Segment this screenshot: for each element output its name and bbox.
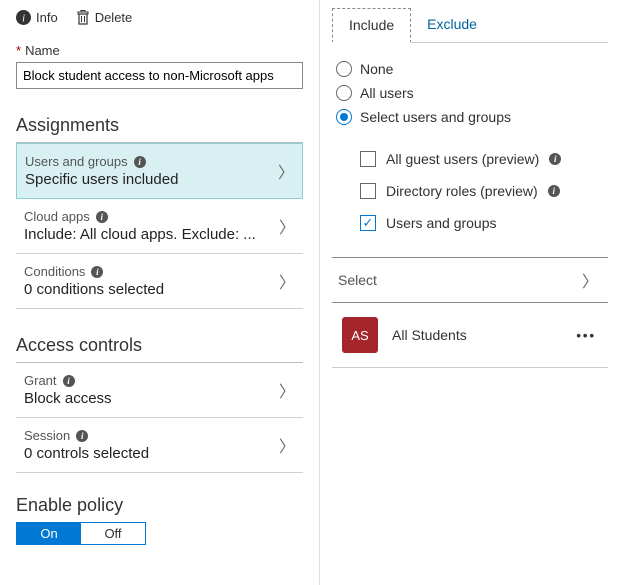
info-icon: i xyxy=(134,156,146,168)
section-enable-policy-title: Enable policy xyxy=(16,495,303,516)
chevron-right-icon: 〉 xyxy=(275,214,299,238)
checkbox-icon xyxy=(360,183,376,199)
svg-text:i: i xyxy=(22,13,25,24)
select-row[interactable]: Select 〉 xyxy=(332,257,608,303)
row-cloud-apps[interactable]: Cloud apps i Include: All cloud apps. Ex… xyxy=(16,199,303,254)
radio-icon xyxy=(336,109,352,125)
radio-group: None All users Select users and groups xyxy=(332,57,608,129)
row-conditions[interactable]: Conditions i 0 conditions selected 〉 xyxy=(16,254,303,309)
check-all-guest-users[interactable]: All guest users (preview) i xyxy=(360,143,608,175)
toolbar: i Info Delete xyxy=(16,10,303,35)
enable-policy-toggle[interactable]: On Off xyxy=(16,522,146,545)
info-icon: i xyxy=(548,185,560,197)
info-icon: i xyxy=(91,266,103,278)
chevron-right-icon: 〉 xyxy=(274,159,298,183)
row-session[interactable]: Session i 0 controls selected 〉 xyxy=(16,418,303,473)
radio-all-users[interactable]: All users xyxy=(336,81,608,105)
required-asterisk: * xyxy=(16,43,21,58)
tabs: Include Exclude xyxy=(332,8,608,43)
radio-select-users[interactable]: Select users and groups xyxy=(336,105,608,129)
info-icon: i xyxy=(63,375,75,387)
delete-label: Delete xyxy=(95,10,133,25)
info-label: Info xyxy=(36,10,58,25)
entity-row[interactable]: AS All Students ••• xyxy=(332,303,608,368)
delete-button[interactable]: Delete xyxy=(76,10,133,25)
check-users-and-groups[interactable]: ✓ Users and groups xyxy=(360,207,608,239)
checkbox-icon: ✓ xyxy=(360,215,376,231)
trash-icon xyxy=(76,10,90,25)
chevron-right-icon: 〉 xyxy=(275,433,299,457)
info-icon: i xyxy=(16,10,31,25)
entity-name: All Students xyxy=(392,327,556,343)
radio-icon xyxy=(336,85,352,101)
info-icon: i xyxy=(96,211,108,223)
radio-icon xyxy=(336,61,352,77)
row-users-and-groups[interactable]: Users and groups i Specific users includ… xyxy=(16,143,303,199)
check-group: All guest users (preview) i Directory ro… xyxy=(332,143,608,239)
more-button[interactable]: ••• xyxy=(570,328,602,343)
name-input[interactable] xyxy=(16,62,303,89)
name-label: *Name xyxy=(16,43,303,58)
avatar: AS xyxy=(342,317,378,353)
toggle-off[interactable]: Off xyxy=(81,523,145,544)
select-label: Select xyxy=(338,272,377,288)
tab-include[interactable]: Include xyxy=(332,8,411,43)
tab-exclude[interactable]: Exclude xyxy=(411,8,493,42)
chevron-right-icon: 〉 xyxy=(275,269,299,293)
left-panel: i Info Delete *Name Assignments Users an… xyxy=(0,0,320,585)
section-access-controls-title: Access controls xyxy=(16,335,303,356)
check-directory-roles[interactable]: Directory roles (preview) i xyxy=(360,175,608,207)
info-icon: i xyxy=(76,430,88,442)
info-icon: i xyxy=(549,153,561,165)
right-panel: Include Exclude None All users Select us… xyxy=(320,0,620,585)
chevron-right-icon: 〉 xyxy=(275,378,299,402)
info-button[interactable]: i Info xyxy=(16,10,58,25)
chevron-right-icon: 〉 xyxy=(578,268,602,292)
checkbox-icon xyxy=(360,151,376,167)
radio-none[interactable]: None xyxy=(336,57,608,81)
section-assignments-title: Assignments xyxy=(16,115,303,136)
toggle-on[interactable]: On xyxy=(17,523,81,544)
row-grant[interactable]: Grant i Block access 〉 xyxy=(16,363,303,418)
